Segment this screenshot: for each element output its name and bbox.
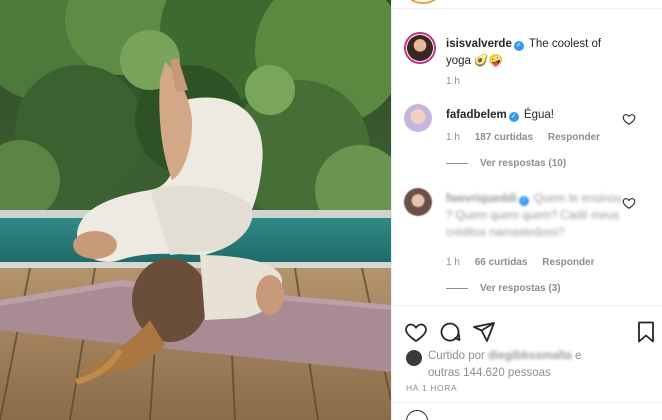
- likes-text: Curtido por diegibbssmalta e outras 144.…: [428, 348, 581, 382]
- post-photo[interactable]: [0, 0, 391, 420]
- heart-icon[interactable]: [404, 320, 428, 344]
- likes-connector: e: [575, 350, 582, 362]
- caption-text: isisvalverde ✓ The coolest of yoga 🥑🤪: [446, 36, 628, 70]
- post-details-panel: isisvalverde ✓ The coolest of yoga 🥑🤪 1 h…: [391, 0, 662, 420]
- view-replies-label: Ver respostas (3): [480, 283, 561, 294]
- divider: [446, 162, 468, 164]
- divider: [392, 305, 662, 306]
- comment-likes[interactable]: 187 curtidas: [475, 132, 533, 143]
- avatar[interactable]: [404, 104, 432, 132]
- comment-username[interactable]: fafadbelem: [446, 109, 507, 121]
- comment-meta: 1 h 66 curtidas Responder: [446, 257, 607, 268]
- caption-emojis: 🥑🤪: [474, 55, 503, 67]
- view-replies-button[interactable]: Ver respostas (3): [446, 283, 561, 294]
- comment-item: fwevriqueddi ✓ Quem te ensinou ? Quem que…: [404, 188, 654, 296]
- verified-badge-icon: ✓: [518, 196, 529, 206]
- comment-item: fafadbelem ✓ Égua! 1 h 187 curtidas Respo…: [404, 104, 654, 174]
- bookmark-icon[interactable]: [634, 320, 658, 344]
- caption-meta: 1 h: [446, 76, 472, 87]
- comment-meta: 1 h 187 curtidas Responder: [446, 132, 612, 143]
- caption-time[interactable]: 1 h: [446, 76, 460, 87]
- comment-username[interactable]: fwevriqueddi: [446, 193, 517, 205]
- liker-username[interactable]: diegibbssmalta: [488, 350, 572, 362]
- comment-text: fafadbelem ✓ Égua!: [446, 107, 628, 124]
- reply-button[interactable]: Responder: [542, 257, 594, 268]
- likes-prefix: Curtido por: [428, 350, 485, 362]
- comment-icon[interactable]: [438, 320, 462, 344]
- reply-button[interactable]: Responder: [548, 132, 600, 143]
- avatar[interactable]: [404, 32, 436, 64]
- yoga-photo-illustration: [0, 0, 391, 420]
- heart-icon[interactable]: [622, 196, 636, 210]
- post-timestamp[interactable]: HÁ 1 HORA: [406, 383, 457, 393]
- avatar[interactable]: [404, 188, 432, 216]
- divider: [392, 8, 662, 9]
- comment-text: fwevriqueddi ✓ Quem te ensinou ? Quem que…: [446, 191, 628, 242]
- comment-body: Égua!: [523, 109, 554, 121]
- comment-likes[interactable]: 66 curtidas: [475, 257, 528, 268]
- comment-time[interactable]: 1 h: [446, 257, 460, 268]
- view-replies-button[interactable]: Ver respostas (10): [446, 158, 566, 169]
- heart-icon[interactable]: [622, 112, 636, 126]
- post-caption: isisvalverde ✓ The coolest of yoga 🥑🤪 1 h: [404, 32, 654, 92]
- divider: [392, 402, 662, 403]
- caption-username[interactable]: isisvalverde: [446, 38, 512, 50]
- divider: [446, 287, 468, 289]
- comment-time[interactable]: 1 h: [446, 132, 460, 143]
- share-icon[interactable]: [472, 320, 496, 344]
- view-replies-label: Ver respostas (10): [480, 158, 567, 169]
- verified-badge-icon: ✓: [513, 41, 524, 51]
- story-ring-avatar[interactable]: [408, 0, 438, 4]
- likes-count[interactable]: outras 144.620 pessoas: [428, 367, 551, 379]
- avatar[interactable]: [406, 350, 422, 366]
- emoji-icon[interactable]: [406, 410, 428, 420]
- verified-badge-icon: ✓: [508, 112, 519, 122]
